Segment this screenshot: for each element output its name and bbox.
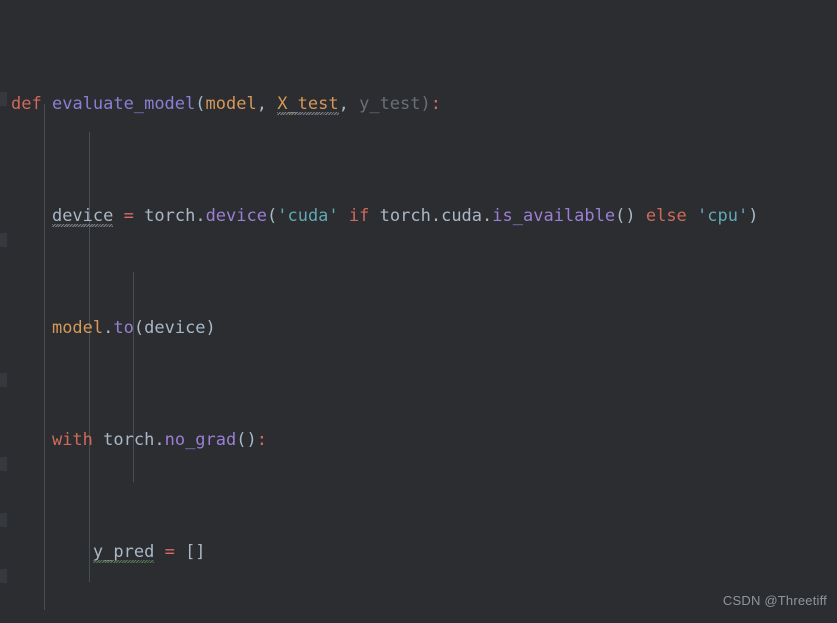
change-marker	[0, 92, 7, 106]
change-marker	[0, 513, 7, 527]
code-editor[interactable]: def evaluate_model(model, X_test, y_test…	[0, 0, 837, 623]
change-marker-gutter	[0, 0, 11, 623]
token-operator: =	[123, 206, 134, 226]
token-identifier: device	[144, 318, 206, 338]
code-line: model.to(device)	[11, 314, 837, 342]
token-parameter: model	[51, 318, 104, 338]
token-parameter: X_test	[277, 94, 339, 114]
token-method: device	[205, 206, 267, 226]
token-operator: =	[164, 542, 175, 562]
token-punctuation: .	[103, 318, 114, 338]
token-punctuation: ()	[236, 430, 257, 450]
change-marker	[0, 457, 7, 471]
token-parameter: model	[205, 94, 257, 114]
token-attribute: cuda	[441, 206, 483, 226]
token-punctuation: []	[185, 542, 206, 562]
token-method: to	[113, 318, 134, 338]
token-punctuation: ,	[338, 94, 360, 114]
token-keyword: else	[645, 206, 687, 226]
token-punctuation: )	[748, 206, 759, 226]
code-line: device = torch.device('cuda' if torch.cu…	[11, 202, 837, 230]
token-module: torch	[379, 206, 431, 226]
token-unused-parameter: y_test	[359, 94, 421, 114]
change-marker	[0, 373, 7, 387]
token-punctuation: .	[430, 206, 442, 226]
token-identifier: device	[51, 206, 114, 226]
token-identifier: y_pred	[92, 542, 155, 562]
token-punctuation: .	[154, 430, 165, 450]
token-keyword: with	[51, 430, 93, 450]
token-punctuation: (	[195, 94, 206, 114]
change-marker	[0, 569, 7, 583]
token-operator: :	[430, 94, 442, 114]
token-method: no_grad	[164, 430, 237, 450]
token-keyword: def	[11, 94, 42, 114]
token-punctuation: (	[133, 318, 145, 338]
code-line: y_pred = []	[11, 538, 837, 566]
token-function-name: evaluate_model	[51, 94, 196, 114]
code-line: def evaluate_model(model, X_test, y_test…	[11, 90, 837, 118]
token-punctuation: .	[482, 206, 493, 226]
token-operator: :	[256, 430, 267, 450]
token-punctuation: (	[266, 206, 278, 226]
token-module: torch	[144, 206, 196, 226]
code-line: with torch.no_grad():	[11, 426, 837, 454]
token-string: 'cpu'	[697, 206, 749, 226]
token-punctuation: ()	[615, 206, 636, 226]
token-punctuation: ,	[256, 94, 278, 114]
token-method: is_available	[492, 206, 616, 226]
token-keyword: if	[348, 206, 370, 226]
token-string: 'cuda'	[277, 206, 339, 226]
token-punctuation: )	[205, 318, 216, 338]
csdn-watermark: CSDN @Threetiff	[722, 593, 827, 608]
token-module: torch	[103, 430, 155, 450]
code-content[interactable]: def evaluate_model(model, X_test, y_test…	[11, 0, 837, 623]
token-punctuation: .	[195, 206, 206, 226]
change-marker	[0, 233, 7, 247]
token-punctuation: )	[420, 94, 431, 114]
